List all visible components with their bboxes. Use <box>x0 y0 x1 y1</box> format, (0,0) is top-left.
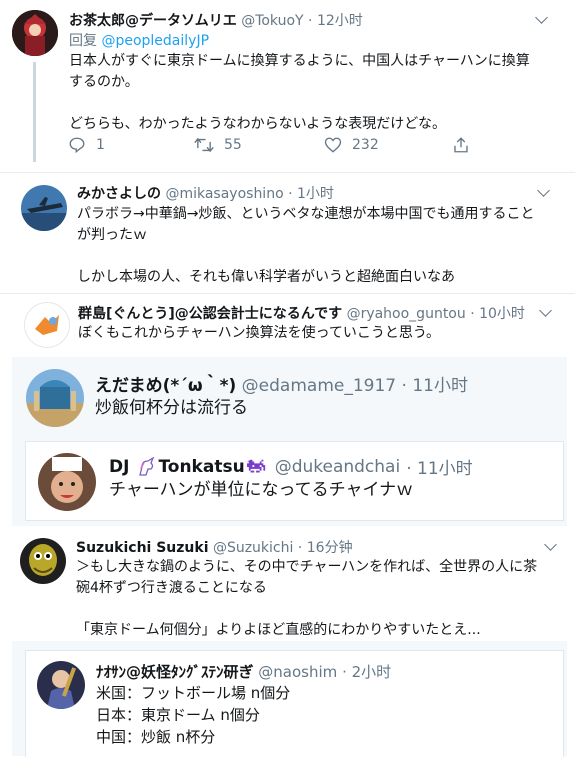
avatar[interactable] <box>12 10 58 56</box>
timestamp[interactable]: · 1小时 <box>288 186 334 202</box>
author-name[interactable]: えだまめ(*´ω｀*) <box>95 376 236 396</box>
author-handle[interactable]: @dukeandchai <box>275 457 401 477</box>
reply-icon <box>69 137 85 154</box>
tweet-text: 炒飯何杯分は流行る <box>95 398 248 418</box>
author-handle[interactable]: @edamame_1917 <box>242 376 396 396</box>
author-name[interactable]: お茶太郎@データソムリエ <box>69 13 237 29</box>
author-name[interactable]: Tonkatsu <box>158 457 244 477</box>
avatar[interactable] <box>20 538 66 584</box>
like-button[interactable]: 232 <box>324 136 379 154</box>
retweet-icon <box>194 137 214 153</box>
space-invader-icon <box>246 459 265 472</box>
chevron-down-icon[interactable] <box>539 304 552 317</box>
reply-count: 1 <box>96 137 105 153</box>
timestamp[interactable]: · 10小时 <box>470 306 525 322</box>
author-handle[interactable]: @naoshim <box>258 663 337 681</box>
chevron-down-icon[interactable] <box>544 538 557 551</box>
thread-line <box>33 62 36 162</box>
author-handle[interactable]: @mikasayoshino <box>165 186 283 202</box>
share-button[interactable] <box>452 136 480 154</box>
tweet-text: 米国：フットボール場 n個分 日本：東京ドーム n個分 中国：炒飯 n杯分 <box>96 684 291 746</box>
avatar[interactable] <box>38 453 96 511</box>
timestamp[interactable]: · 16分钟 <box>298 540 353 556</box>
chevron-down-icon[interactable] <box>537 184 550 197</box>
unicorn-icon <box>139 456 155 476</box>
reply-button[interactable]: 1 <box>68 136 105 154</box>
tweet-text: ぼくもこれからチャーハン換算法を使っていこうと思う。 <box>78 325 441 341</box>
author-name[interactable]: Suzukichi Suzuki <box>76 540 209 556</box>
timestamp[interactable]: · 12小时 <box>308 13 363 29</box>
timestamp[interactable]: · 2小时 <box>342 663 391 681</box>
share-icon <box>454 137 468 153</box>
author-handle[interactable]: @Suzukichi <box>213 540 293 556</box>
author-name[interactable]: みかさよしの <box>77 186 161 202</box>
chevron-down-icon[interactable] <box>535 11 548 24</box>
divider <box>0 293 575 294</box>
like-icon <box>324 137 342 153</box>
author-handle[interactable]: @ryahoo_guntou <box>347 306 466 322</box>
timestamp[interactable]: · 11小时 <box>402 376 468 396</box>
author-name[interactable]: ﾅｵｻﾝ@妖怪ﾀﾝｸﾞｽﾃﾝ研ぎ <box>96 663 254 681</box>
avatar[interactable] <box>37 661 85 709</box>
tweet-text: パラボラ→中華鍋→炒飯、というベタな連想が本場中国でも通用すること が判ったｗ しか… <box>77 206 535 285</box>
tweet-text: 日本人がすぐに東京ドームに換算するように、中国人はチャーハンに換算 するのか。 どち… <box>69 53 530 132</box>
tweet-text: ＞もし大きな鍋のように、その中でチャーハンを作れば、全世界の人に茶 碗4杯ずつ行き… <box>76 559 538 638</box>
like-count: 232 <box>352 137 379 153</box>
avatar[interactable] <box>24 302 70 348</box>
reply-prefix: 回复 <box>69 33 97 49</box>
avatar[interactable] <box>21 185 67 231</box>
author-handle[interactable]: @TokuoY <box>241 13 303 29</box>
retweet-button[interactable]: 55 <box>194 136 242 154</box>
author-name-prefix[interactable]: DJ <box>109 457 129 477</box>
tweet-text: チャーハンが単位になってるチャイナｗ <box>109 480 414 500</box>
timestamp[interactable]: · 11小时 <box>406 454 472 479</box>
retweet-count: 55 <box>224 137 242 153</box>
avatar[interactable] <box>26 369 84 427</box>
divider <box>0 172 575 173</box>
reply-to-link[interactable]: @peopledailyJP <box>101 33 209 49</box>
author-name[interactable]: 群島[ぐんとう]@公認会計士になるんです <box>78 306 342 322</box>
